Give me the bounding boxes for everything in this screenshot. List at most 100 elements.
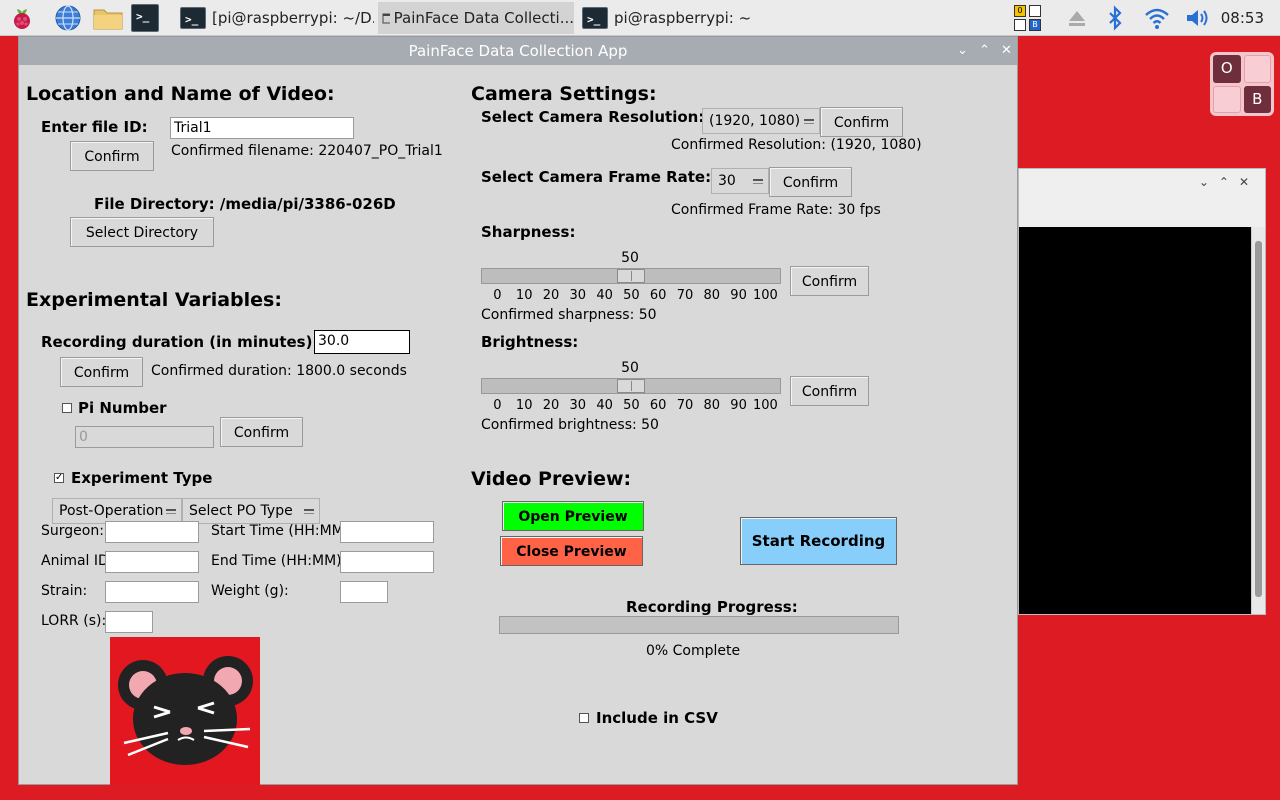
lorr-input[interactable] — [105, 611, 153, 633]
switcher-tile[interactable] — [1243, 55, 1271, 83]
pi-number-checkbox[interactable] — [62, 403, 72, 413]
file-id-input[interactable]: Trial1 — [170, 117, 354, 139]
frame-rate-confirm-button[interactable]: Confirm — [769, 167, 852, 197]
po-type-select[interactable]: Select PO Type — [182, 498, 320, 524]
terminal-icon[interactable]: >_ — [131, 4, 159, 32]
tick-label: 60 — [649, 288, 667, 303]
confirmed-resolution: Confirmed Resolution: (1920, 1080) — [671, 137, 922, 153]
lorr-label: LORR (s): — [41, 613, 107, 629]
weight-input[interactable] — [340, 581, 388, 603]
confirmed-duration: Confirmed duration: 1800.0 seconds — [151, 363, 407, 379]
background-window[interactable]: ⌄⌃✕ — [1018, 168, 1266, 615]
switcher-tile[interactable] — [1213, 85, 1241, 113]
taskbar-task-terminal-d[interactable]: >_ [pi@raspberrypi: ~/D... — [176, 2, 374, 34]
select-directory-button[interactable]: Select Directory — [70, 217, 214, 247]
frame-rate-label: Select Camera Frame Rate: — [481, 168, 712, 186]
switcher-tile-b[interactable]: B — [1243, 85, 1271, 113]
duration-input[interactable]: 30.0 — [314, 330, 410, 354]
window-title: PainFace Data Collection App — [408, 42, 628, 60]
start-time-input[interactable] — [340, 521, 434, 543]
terminal-icon: >_ — [582, 7, 608, 29]
brightness-confirm-button[interactable]: Confirm — [790, 376, 869, 406]
sharpness-label: Sharpness: — [481, 223, 576, 241]
tick-label: 0 — [493, 398, 502, 413]
camera-heading: Camera Settings: — [471, 83, 657, 105]
animal-id-label: Animal ID — [41, 553, 109, 569]
tick-label: 90 — [730, 288, 747, 303]
preview-heading: Video Preview: — [471, 468, 632, 490]
minimize-icon[interactable]: ⌄ — [957, 37, 968, 65]
sharpness-slider-thumb[interactable] — [617, 269, 645, 283]
sharpness-value: 50 — [621, 250, 639, 266]
tick-label: 90 — [730, 398, 747, 413]
confirmed-filename: Confirmed filename: 220407_PO_Trial1 — [171, 143, 443, 159]
pi-number-input[interactable]: 0 — [75, 426, 214, 448]
pi-number-confirm-button[interactable]: Confirm — [220, 417, 303, 447]
start-time-label: Start Time (HH:MM — [211, 523, 344, 539]
brightness-ticks: 0 10 20 30 40 50 60 70 80 90 100 — [484, 398, 779, 413]
switcher-tile-o[interactable]: O — [1213, 55, 1241, 83]
camera-preview-area — [1019, 227, 1253, 614]
raspberry-menu-icon[interactable] — [8, 4, 36, 32]
pi-number-label: Pi Number — [78, 399, 167, 417]
resolution-value: (1920, 1080) — [709, 113, 801, 129]
tick-label: 80 — [703, 288, 721, 303]
eject-icon[interactable] — [1066, 7, 1088, 29]
confirmed-frame-rate: Confirmed Frame Rate: 30 fps — [671, 202, 881, 218]
tick-label: 50 — [623, 398, 640, 413]
recording-progress-bar — [499, 616, 899, 634]
bluetooth-icon[interactable] — [1104, 5, 1126, 31]
window-controls[interactable]: ⌄⌃✕ — [1199, 175, 1259, 189]
taskbar-task-terminal-home[interactable]: >_ pi@raspberrypi: ~ — [578, 2, 778, 34]
window-titlebar[interactable]: PainFace Data Collection App ⌄ ⌃ ✕ — [19, 37, 1017, 65]
volume-icon[interactable] — [1184, 6, 1212, 30]
file-id-label: Enter file ID: — [41, 118, 148, 136]
include-csv-checkbox[interactable] — [579, 713, 589, 723]
close-icon[interactable]: ✕ — [1001, 37, 1012, 65]
taskbar-task-painface[interactable]: PainFace Data Collecti... — [378, 2, 574, 34]
brightness-slider[interactable] — [481, 378, 781, 394]
resolution-confirm-button[interactable]: Confirm — [820, 107, 903, 137]
end-time-input[interactable] — [340, 551, 434, 573]
strain-label: Strain: — [41, 583, 88, 599]
experiment-type-checkbox[interactable]: ✓ — [54, 473, 64, 483]
resolution-select[interactable]: (1920, 1080) — [702, 108, 820, 134]
frame-rate-value: 30 — [718, 173, 736, 189]
brightness-label: Brightness: — [481, 333, 579, 351]
duration-confirm-button[interactable]: Confirm — [60, 357, 143, 387]
tick-label: 60 — [649, 398, 667, 413]
location-heading: Location and Name of Video: — [26, 83, 335, 105]
wifi-icon[interactable] — [1144, 6, 1170, 30]
app-switcher[interactable]: O B — [1210, 52, 1274, 116]
po-type-value: Select PO Type — [189, 503, 293, 519]
taskbar: >_ >_ [pi@raspberrypi: ~/D... PainFace D… — [0, 0, 1280, 36]
tick-label: 30 — [569, 398, 587, 413]
maximize-icon[interactable]: ⌃ — [979, 37, 990, 65]
tick-label: 10 — [515, 288, 533, 303]
weight-label: Weight (g): — [211, 583, 289, 599]
recording-progress-label: Recording Progress: — [626, 598, 798, 616]
sharpness-slider[interactable] — [481, 268, 781, 284]
animal-id-input[interactable] — [105, 551, 199, 573]
tick-label: 70 — [676, 288, 694, 303]
open-preview-button[interactable]: Open Preview — [502, 501, 644, 531]
surgeon-label: Surgeon: — [41, 523, 104, 539]
scrollbar[interactable] — [1251, 227, 1265, 614]
resolution-label: Select Camera Resolution: — [481, 108, 705, 126]
clock: 08:53 — [1220, 9, 1264, 27]
brightness-slider-thumb[interactable] — [617, 379, 645, 393]
surgeon-input[interactable] — [105, 521, 199, 543]
strain-input[interactable] — [105, 581, 199, 603]
sharpness-confirm-button[interactable]: Confirm — [790, 266, 869, 296]
web-browser-icon[interactable] — [54, 4, 82, 32]
cpu-monitor-icon[interactable]: 0 B — [1012, 3, 1046, 33]
file-manager-icon[interactable] — [92, 4, 123, 32]
task-label: [pi@raspberrypi: ~/D... — [212, 9, 374, 27]
include-csv-label: Include in CSV — [596, 709, 718, 727]
start-recording-button[interactable]: Start Recording — [740, 517, 897, 565]
frame-rate-select[interactable]: 30 — [711, 168, 769, 194]
close-preview-button[interactable]: Close Preview — [500, 536, 643, 566]
file-id-confirm-button[interactable]: Confirm — [70, 141, 154, 171]
file-directory-label: File Directory: /media/pi/3386-026D — [94, 195, 396, 213]
duration-label: Recording duration (in minutes): — [41, 333, 319, 351]
